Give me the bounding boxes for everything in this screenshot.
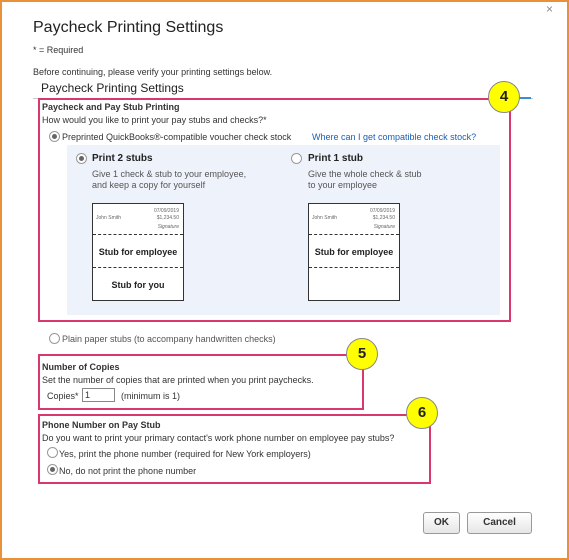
ok-button[interactable]: OK: [423, 512, 460, 534]
callout-badge-5: 5: [346, 338, 378, 370]
print-2-stubs-radio[interactable]: [76, 153, 87, 164]
phone-no-label: No, do not print the phone number: [59, 466, 197, 476]
preview-name: John Smith: [96, 215, 122, 221]
phone-question: Do you want to print your primary contac…: [42, 433, 395, 443]
check-stock-link[interactable]: Where can I get compatible check stock?: [312, 132, 476, 142]
dialog-title: Paycheck Printing Settings: [33, 19, 224, 36]
copies-hint: (minimum is 1): [121, 391, 181, 401]
preview-name: John Smith: [312, 215, 338, 221]
print-1-stub-desc-1: Give the whole check & stub: [308, 169, 422, 179]
pay-stub-heading: Paycheck and Pay Stub Printing: [42, 102, 180, 112]
preprinted-label: Preprinted QuickBooks®-compatible vouche…: [62, 132, 292, 142]
copies-label: Copies*: [47, 391, 79, 401]
print-1-stub-desc-2: to your employee: [308, 180, 378, 190]
perforation-line: [93, 234, 183, 235]
print-2-stubs-desc-2: and keep a copy for yourself: [92, 180, 206, 190]
phone-yes-label: Yes, print the phone number (required fo…: [59, 449, 311, 459]
callout-badge-4: 4: [488, 81, 520, 113]
preprinted-radio[interactable]: [49, 131, 60, 142]
cancel-button[interactable]: Cancel: [467, 512, 532, 534]
stub-you-label: Stub for you: [111, 280, 165, 290]
print-2-stubs-desc-1: Give 1 check & stub to your employee,: [92, 169, 247, 179]
preview-amount: $1,234.50: [156, 215, 179, 221]
callout-badge-6: 6: [406, 397, 438, 429]
stub-preview-1: 07/09/2019 John Smith $1,234.50 Signatur…: [308, 203, 400, 301]
stub-employee-label: Stub for employee: [314, 247, 394, 257]
preview-amount: $1,234.50: [372, 215, 395, 221]
preview-signature: Signature: [157, 224, 179, 230]
phone-heading: Phone Number on Pay Stub: [42, 420, 161, 430]
section-heading: Paycheck Printing Settings: [41, 81, 184, 95]
phone-no-radio[interactable]: [47, 464, 58, 475]
pay-stub-question: How would you like to print your pay stu…: [42, 115, 267, 125]
preview-signature: Signature: [373, 224, 395, 230]
copies-input[interactable]: 1: [82, 388, 115, 402]
plain-paper-radio[interactable]: [49, 333, 60, 344]
copies-desc: Set the number of copies that are printe…: [42, 375, 314, 385]
stub-preview-2: 07/09/2019 John Smith $1,234.50 Signatur…: [92, 203, 184, 301]
perforation-line: [309, 234, 399, 235]
print-2-stubs-title: Print 2 stubs: [92, 153, 153, 164]
close-icon[interactable]: ×: [546, 2, 553, 16]
print-1-stub-title: Print 1 stub: [308, 153, 364, 164]
preview-date: 07/09/2019: [153, 208, 179, 214]
phone-yes-radio[interactable]: [47, 447, 58, 458]
intro-text: Before continuing, please verify your pr…: [33, 67, 273, 77]
preview-date: 07/09/2019: [369, 208, 395, 214]
stub-employee-label: Stub for employee: [98, 247, 178, 257]
perforation-line: [309, 267, 399, 268]
copies-heading: Number of Copies: [42, 362, 120, 372]
print-1-stub-radio[interactable]: [291, 153, 302, 164]
perforation-line: [93, 267, 183, 268]
required-note: * = Required: [33, 45, 84, 55]
plain-paper-label: Plain paper stubs (to accompany handwrit…: [62, 334, 276, 344]
